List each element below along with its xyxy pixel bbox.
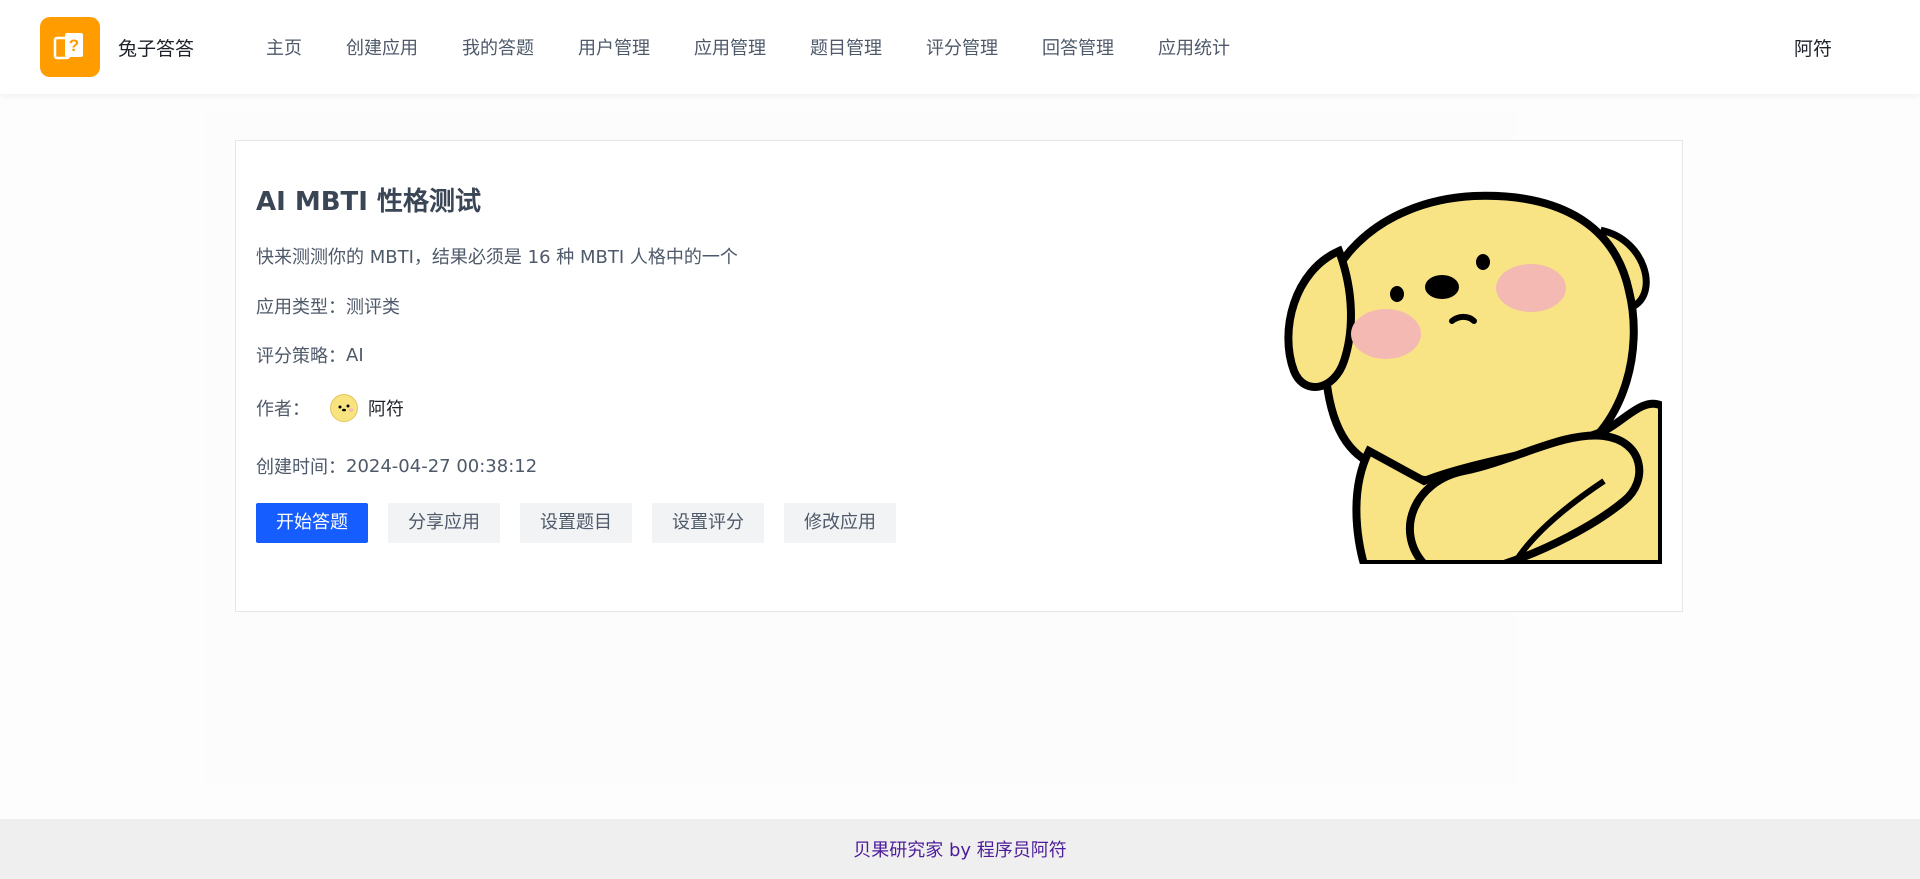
author-label: 作者： <box>256 399 310 420</box>
app-type-row: 应用类型： 测评类 <box>256 293 400 319</box>
nav-item-user-admin[interactable]: 用户管理 <box>556 34 672 60</box>
brand-name[interactable]: 兔子答答 <box>118 34 194 61</box>
nav-item-home[interactable]: 主页 <box>244 34 324 60</box>
app-title: AI MBTI 性格测试 <box>256 187 481 217</box>
user-name[interactable]: 阿符 <box>1794 34 1832 61</box>
footer-link[interactable]: 贝果研究家 by 程序员阿符 <box>853 836 1067 862</box>
created-time-label: 创建时间： <box>256 457 346 478</box>
start-answer-button[interactable]: 开始答题 <box>256 503 368 543</box>
author-name: 阿符 <box>368 399 404 420</box>
app-detail-card: AI MBTI 性格测试 快来测测你的 MBTI，结果必须是 16 种 MBTI… <box>235 140 1683 612</box>
app-description: 快来测测你的 MBTI，结果必须是 16 种 MBTI 人格中的一个 <box>256 247 738 268</box>
app-logo[interactable]: ? <box>40 17 100 77</box>
page-footer: 贝果研究家 by 程序员阿符 <box>0 819 1920 879</box>
nav-item-answer-admin[interactable]: 回答管理 <box>1020 34 1136 60</box>
edit-app-button[interactable]: 修改应用 <box>784 503 896 543</box>
author-avatar[interactable] <box>330 394 358 422</box>
nav-item-create-app[interactable]: 创建应用 <box>324 34 440 60</box>
nav-item-app-admin[interactable]: 应用管理 <box>672 34 788 60</box>
nav-item-app-stats[interactable]: 应用统计 <box>1136 34 1252 60</box>
action-buttons: 开始答题 分享应用 设置题目 设置评分 修改应用 <box>256 503 916 543</box>
svg-text:?: ? <box>69 36 79 55</box>
top-header: ? 兔子答答 主页 创建应用 我的答题 用户管理 应用管理 题目管理 评分管理 … <box>0 0 1920 94</box>
scoring-strategy-row: 评分策略： AI <box>256 342 364 368</box>
question-card-icon: ? <box>53 33 83 60</box>
main-nav: 主页 创建应用 我的答题 用户管理 应用管理 题目管理 评分管理 回答管理 应用… <box>244 34 1252 60</box>
scoring-strategy-label: 评分策略： <box>256 346 346 367</box>
author-row: 作者： 阿符 <box>256 394 404 422</box>
nav-item-scoring-admin[interactable]: 评分管理 <box>904 34 1020 60</box>
share-app-button[interactable]: 分享应用 <box>388 503 500 543</box>
scoring-strategy-value: AI <box>346 344 364 366</box>
nav-item-my-answers[interactable]: 我的答题 <box>440 34 556 60</box>
yellow-dog-illustration <box>1274 181 1662 564</box>
set-scoring-button[interactable]: 设置评分 <box>652 503 764 543</box>
created-time-row: 创建时间： 2024-04-27 00:38:12 <box>256 453 537 479</box>
app-type-value: 测评类 <box>346 297 400 318</box>
nav-item-question-admin[interactable]: 题目管理 <box>788 34 904 60</box>
set-questions-button[interactable]: 设置题目 <box>520 503 632 543</box>
created-time-value: 2024-04-27 00:38:12 <box>346 455 538 477</box>
app-type-label: 应用类型： <box>256 297 346 318</box>
